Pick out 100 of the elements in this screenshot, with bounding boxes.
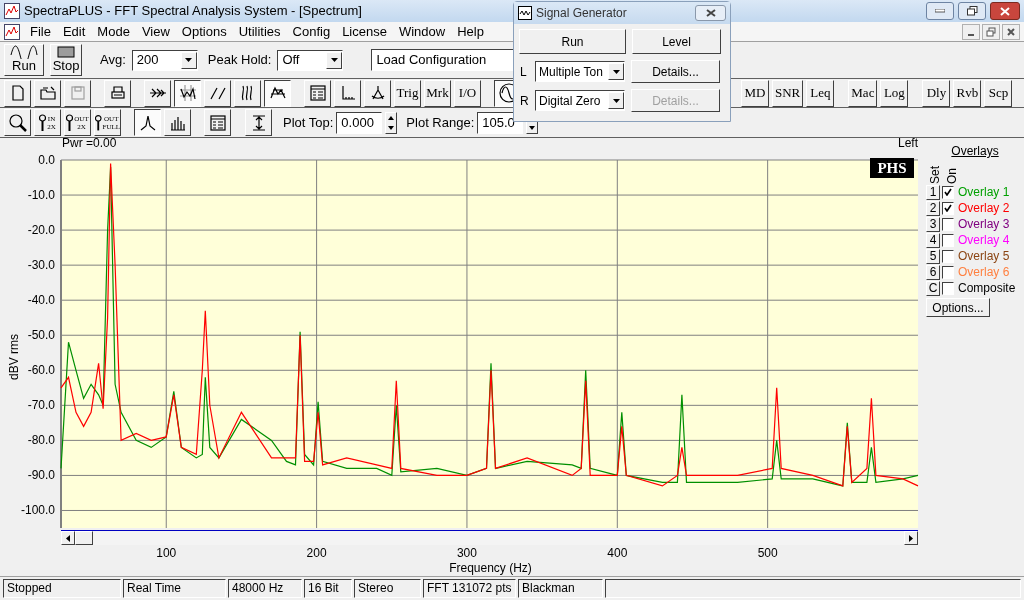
tool-button[interactable] bbox=[264, 79, 291, 107]
overlay-set-button[interactable]: 6 bbox=[926, 264, 940, 280]
close-button[interactable] bbox=[990, 2, 1020, 20]
waveform-select[interactable]: Digital Zero bbox=[535, 90, 625, 111]
avg-label: Avg: bbox=[100, 51, 126, 70]
y-tick-label: 0.0 bbox=[38, 153, 55, 167]
x-tick-label: 300 bbox=[456, 547, 477, 559]
menu-item[interactable]: Options bbox=[175, 21, 233, 42]
magnifier-icon bbox=[66, 113, 74, 132]
status-pane: 16 Bit bbox=[304, 579, 352, 598]
menu-item[interactable]: Utilities bbox=[232, 21, 287, 42]
set-column-header: Set bbox=[928, 166, 942, 184]
scrollbar-thumb[interactable] bbox=[75, 531, 93, 545]
menu-item[interactable]: Config bbox=[286, 21, 337, 42]
y-tick-label: -40.0 bbox=[27, 293, 55, 308]
magnifier-icon bbox=[39, 113, 47, 132]
plot-top-field[interactable]: 0.000 bbox=[336, 111, 383, 134]
generator-run-button[interactable]: Run bbox=[519, 29, 626, 54]
y-tick-label: -60.0 bbox=[27, 363, 55, 378]
dialog-title: Signal Generator bbox=[536, 5, 627, 22]
app-logo-icon bbox=[4, 3, 20, 19]
stop-button[interactable]: Stop bbox=[50, 44, 82, 76]
tool-button[interactable]: Dly bbox=[922, 79, 951, 107]
overlay-checkbox[interactable] bbox=[942, 265, 954, 279]
mdi-close-button[interactable] bbox=[1002, 23, 1020, 40]
overlay-set-button[interactable]: 3 bbox=[926, 216, 940, 232]
waveform-select[interactable]: Multiple Ton bbox=[535, 61, 625, 82]
tool-button[interactable]: Rvb bbox=[953, 79, 982, 107]
status-pane: Blackman bbox=[518, 579, 603, 598]
power-reading: Pwr =0.00 bbox=[62, 135, 117, 152]
menu-item[interactable]: File bbox=[24, 21, 57, 42]
tool-button[interactable]: Scp bbox=[984, 79, 1013, 107]
channel-label: Left bbox=[898, 135, 918, 152]
tool-button[interactable] bbox=[174, 79, 201, 107]
overlay-label: Overlay 6 bbox=[958, 264, 1010, 281]
menu-item[interactable]: View bbox=[135, 21, 176, 42]
overlay-label: Overlay 1 bbox=[958, 184, 1010, 201]
y-axis-label: dBV rms bbox=[7, 334, 21, 380]
y-tick-label: -20.0 bbox=[27, 223, 55, 238]
horizontal-scrollbar[interactable] bbox=[61, 530, 918, 545]
overlay-set-button[interactable]: 4 bbox=[926, 232, 940, 248]
restore-button[interactable] bbox=[958, 2, 986, 20]
overlay-set-button[interactable]: 5 bbox=[926, 248, 940, 264]
range-button[interactable] bbox=[245, 109, 272, 136]
tool-button[interactable]: Log bbox=[880, 79, 909, 107]
overlay-checkbox[interactable] bbox=[942, 185, 954, 199]
overlay-label: Overlay 3 bbox=[958, 216, 1010, 233]
tool-button[interactable]: Leq bbox=[806, 79, 835, 107]
tool-button[interactable]: Mac bbox=[848, 79, 878, 107]
overlay-checkbox[interactable] bbox=[942, 217, 954, 231]
dropdown-arrow-icon bbox=[330, 58, 338, 62]
plot-range-label: Plot Range: bbox=[406, 113, 475, 132]
spin-control[interactable] bbox=[385, 111, 398, 134]
y-tick-label: -10.0 bbox=[27, 188, 55, 203]
x-tick-label: 100 bbox=[156, 547, 177, 559]
menu-item[interactable]: Window bbox=[392, 21, 452, 42]
folder-icon bbox=[38, 84, 57, 102]
y-tick-label: -90.0 bbox=[27, 468, 55, 483]
menu-item[interactable]: License bbox=[336, 21, 393, 42]
tool-button[interactable]: MD bbox=[741, 79, 769, 107]
search-icon bbox=[7, 112, 28, 133]
overlay-checkbox[interactable] bbox=[942, 249, 954, 263]
waveform-icon bbox=[518, 6, 532, 20]
options-button[interactable]: Options... bbox=[926, 298, 990, 317]
avg-select[interactable]: 200 bbox=[131, 49, 198, 71]
overlay-set-button[interactable]: C bbox=[926, 280, 940, 296]
panel-button[interactable] bbox=[204, 109, 231, 136]
overlay-set-button[interactable]: 2 bbox=[926, 200, 940, 216]
channel-label: R bbox=[519, 92, 529, 110]
panel-icon bbox=[208, 113, 227, 132]
menu-item[interactable]: Mode bbox=[91, 21, 136, 42]
tool-button[interactable]: SNR bbox=[772, 79, 804, 107]
logo-badge: PHS bbox=[870, 158, 914, 178]
search-button[interactable] bbox=[4, 109, 31, 136]
run-button[interactable]: Run bbox=[4, 44, 44, 76]
menu-item[interactable]: Edit bbox=[56, 21, 92, 42]
peak-hold-select[interactable]: Off bbox=[277, 49, 344, 71]
tool-button[interactable]: I/O bbox=[454, 79, 481, 107]
tool-button[interactable]: Mrk bbox=[424, 79, 451, 107]
overlay-checkbox[interactable] bbox=[942, 281, 954, 295]
overlay-checkbox[interactable] bbox=[942, 233, 954, 247]
dropdown-arrow-icon bbox=[612, 98, 620, 103]
peak-hold-label: Peak Hold: bbox=[207, 51, 272, 70]
x-tick-label: 500 bbox=[757, 547, 778, 559]
x-tick-label: 400 bbox=[607, 547, 628, 559]
menu-item[interactable]: Help bbox=[451, 21, 490, 42]
minimize-icon bbox=[968, 33, 974, 36]
overlay-label: Composite bbox=[958, 280, 1016, 297]
level-button[interactable]: Level bbox=[632, 29, 721, 54]
status-pane: Stopped bbox=[3, 579, 121, 598]
overlay-checkbox[interactable] bbox=[942, 201, 954, 215]
close-button[interactable] bbox=[695, 5, 726, 21]
restore-icon bbox=[985, 25, 997, 38]
overlay-set-button[interactable]: 1 bbox=[926, 184, 940, 200]
mdi-minimize-button[interactable] bbox=[962, 23, 980, 40]
tool-button[interactable]: Trig bbox=[394, 79, 421, 107]
view-button[interactable] bbox=[134, 109, 161, 136]
peak-line-icon bbox=[138, 113, 157, 132]
details-button[interactable]: Details... bbox=[631, 60, 720, 83]
mdi-restore-button[interactable] bbox=[982, 23, 1000, 40]
